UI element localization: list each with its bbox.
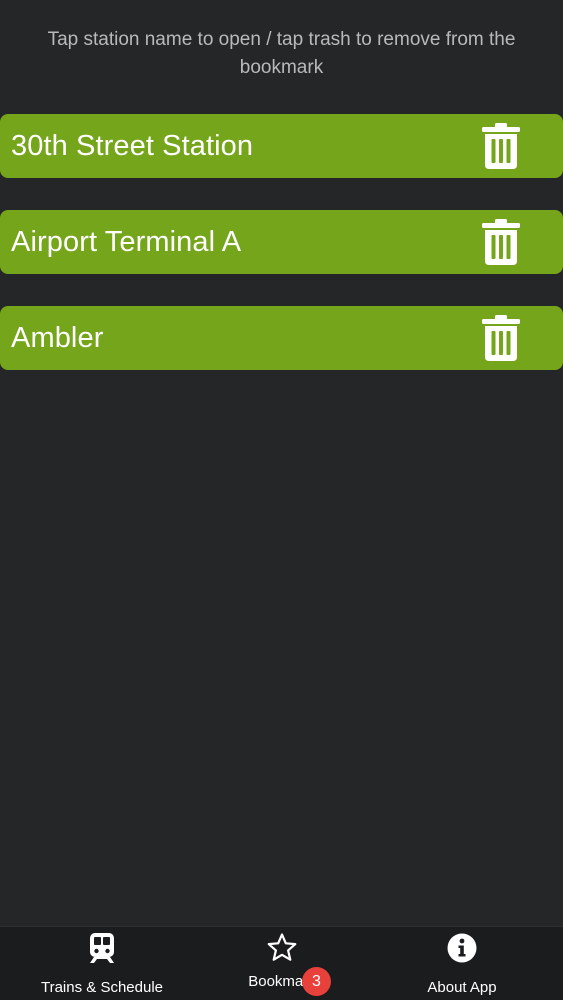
remove-bookmark-button[interactable] xyxy=(481,122,521,170)
station-name-link[interactable]: 30th Street Station xyxy=(11,130,253,163)
trash-icon xyxy=(482,123,520,169)
star-icon xyxy=(266,932,298,964)
remove-bookmark-button[interactable] xyxy=(481,218,521,266)
bookmark-count-badge: 3 xyxy=(302,967,331,996)
tab-about-app[interactable]: About App xyxy=(380,927,544,1000)
trash-icon xyxy=(482,219,520,265)
info-icon xyxy=(446,932,478,964)
tab-label: Trains & Schedule xyxy=(40,979,163,996)
tab-bookmarks[interactable]: Bookmark 3 xyxy=(200,927,364,1000)
remove-bookmark-button[interactable] xyxy=(481,314,521,362)
bookmark-item: 30th Street Station xyxy=(0,114,563,178)
bottom-tab-bar: Trains & Schedule Bookmark 3 About App xyxy=(0,926,563,1000)
instructions-text: Tap station name to open / tap trash to … xyxy=(47,29,516,78)
station-name-link[interactable]: Airport Terminal A xyxy=(11,226,241,259)
train-icon xyxy=(86,932,118,964)
tab-label: About App xyxy=(427,979,497,996)
bookmark-item: Ambler xyxy=(0,306,563,370)
tab-trains-schedule[interactable]: Trains & Schedule xyxy=(20,927,184,1000)
bookmarks-screen: Tap station name to open / tap trash to … xyxy=(0,0,563,1000)
station-name-link[interactable]: Ambler xyxy=(11,322,103,355)
bookmark-item: Airport Terminal A xyxy=(0,210,563,274)
trash-icon xyxy=(482,315,520,361)
